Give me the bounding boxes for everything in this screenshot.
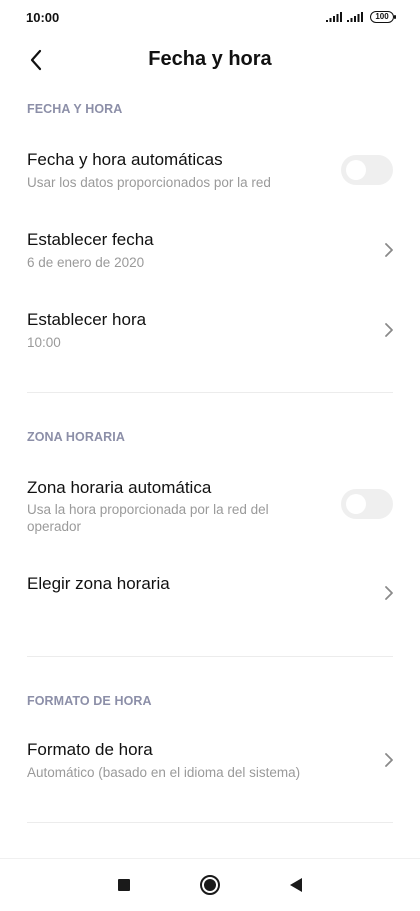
recents-button[interactable] [112,873,136,897]
battery-level: 100 [375,12,389,21]
setting-auto-datetime[interactable]: Fecha y hora automáticas Usar los datos … [0,140,420,206]
chevron-right-icon [385,753,393,767]
section-header-time-format: FORMATO DE HORA [27,694,152,708]
setting-title: Elegir zona horaria [27,574,170,593]
setting-summary: Usar los datos proporcionados por la red [27,175,271,190]
setting-title: Establecer fecha [27,230,154,249]
signal-icon [347,12,363,22]
setting-auto-zone[interactable]: Zona horaria automática Usa la hora prop… [0,468,420,542]
auto-datetime-toggle[interactable] [341,155,393,185]
divider [27,822,393,823]
toggle-knob [346,494,366,514]
circle-icon [200,875,220,895]
setting-title: Establecer hora [27,310,147,329]
divider [27,656,393,657]
square-icon [118,879,130,891]
navigation-bar [0,858,420,911]
setting-summary: Usa la hora proporcionada por la red del… [27,502,269,534]
setting-summary: Automático (basado en el idioma del sist… [27,765,301,780]
home-button[interactable] [198,873,222,897]
setting-time-format[interactable]: Formato de hora Automático (basado en el… [0,730,420,796]
setting-set-date[interactable]: Establecer fecha 6 de enero de 2020 [0,220,420,286]
chevron-right-icon [385,323,393,337]
setting-summary: 6 de enero de 2020 [27,255,145,270]
setting-title: Fecha y hora automáticas [27,150,223,169]
battery-icon: 100 [370,11,396,23]
auto-zone-toggle[interactable] [341,489,393,519]
chevron-right-icon [385,586,393,600]
setting-choose-zone[interactable]: Elegir zona horaria [0,562,420,622]
section-header-time-zone: ZONA HORARIA [27,430,125,444]
triangle-back-icon [290,878,302,892]
page-title: Fecha y hora [148,48,272,70]
status-bar: 10:00 100 [0,0,420,36]
setting-title: Formato de hora [27,740,153,759]
chevron-right-icon [385,243,393,257]
setting-summary: 10:00 [27,335,61,350]
setting-set-time[interactable]: Establecer hora 10:00 [0,300,420,366]
signal-icon [326,12,342,22]
divider [27,392,393,393]
setting-title: Zona horaria automática [27,478,212,497]
toggle-knob [346,160,366,180]
status-time: 10:00 [26,10,60,25]
nav-back-button[interactable] [284,873,308,897]
section-header-date-time: FECHA Y HORA [27,102,123,116]
